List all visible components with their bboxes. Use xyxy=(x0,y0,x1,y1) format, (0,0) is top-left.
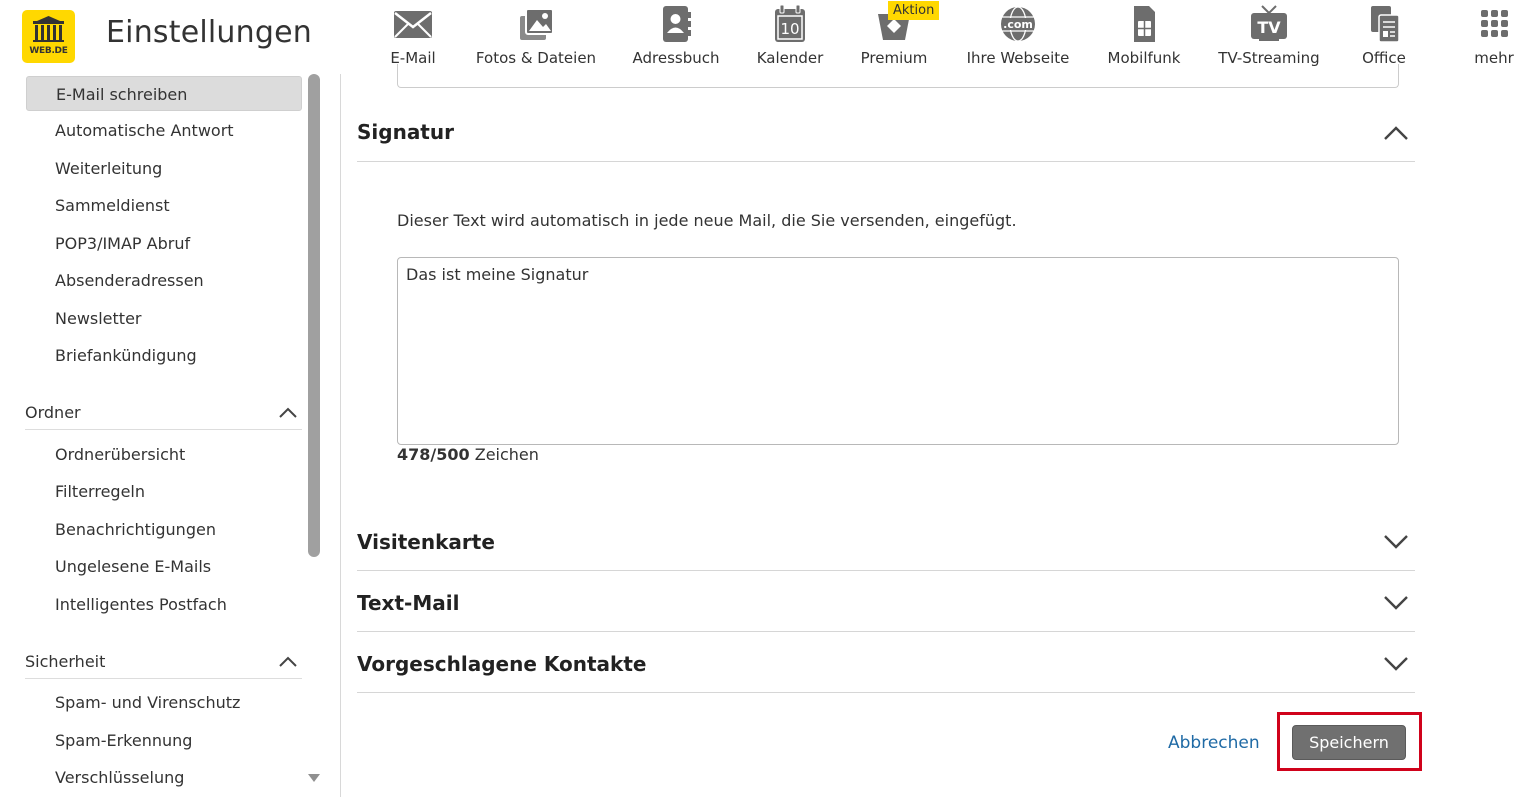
previous-section-box xyxy=(397,64,1399,88)
signatur-description: Dieser Text wird automatisch in jede neu… xyxy=(397,211,1017,230)
nav-more[interactable]: mehr xyxy=(1468,0,1520,74)
sidebar-item-email-schreiben[interactable]: E-Mail schreiben xyxy=(26,76,302,111)
section-signatur-header[interactable]: Signatur xyxy=(357,101,1415,162)
globe-com-text: .com xyxy=(1003,18,1033,31)
sidebar-section-ordner-title: Ordner xyxy=(25,403,81,422)
globe-com-icon: .com xyxy=(1001,6,1035,42)
sidebar-item-notifications[interactable]: Benachrichtigungen xyxy=(26,512,302,547)
sidebar-item-forwarding[interactable]: Weiterleitung xyxy=(26,151,302,186)
sidebar-item-filter-rules[interactable]: Filterregeln xyxy=(26,474,302,509)
nav-tv-streaming[interactable]: TV TV-Streaming xyxy=(1211,0,1327,74)
sidebar-item-letter-announcement[interactable]: Briefankündigung xyxy=(26,338,302,373)
chevron-down-icon xyxy=(1384,657,1408,671)
sidebar-section-sicherheit-title: Sicherheit xyxy=(25,652,106,671)
section-suggested-contacts-header[interactable]: Vorgeschlagene Kontakte xyxy=(357,632,1415,693)
sidebar-item-spam-detection[interactable]: Spam-Erkennung xyxy=(26,723,302,758)
sidebar-item-collector[interactable]: Sammeldienst xyxy=(26,188,302,223)
apps-grid-icon xyxy=(1481,10,1508,37)
tv-icon-text: TV xyxy=(1257,18,1281,37)
sidebar-scrollbar-thumb[interactable] xyxy=(308,74,320,557)
section-signatur-title: Signatur xyxy=(357,120,454,144)
character-count: 478/500 xyxy=(397,445,470,464)
sim-card-icon xyxy=(1134,6,1155,42)
top-header: WEB.DE Einstellungen E-Mail Fotos & Date… xyxy=(0,0,1537,74)
office-icon xyxy=(1371,6,1400,43)
nav-more-label: mehr xyxy=(1474,49,1514,67)
sidebar-divider xyxy=(340,74,341,797)
sidebar-item-unread-emails[interactable]: Ungelesene E-Mails xyxy=(26,549,302,584)
page-title: Einstellungen xyxy=(106,15,312,50)
chevron-up-icon xyxy=(279,407,297,418)
tv-icon: TV xyxy=(1251,5,1287,41)
premium-aktion-badge: Aktion xyxy=(888,1,940,20)
sidebar-item-folder-overview[interactable]: Ordnerübersicht xyxy=(26,437,302,472)
section-text-mail-header[interactable]: Text-Mail xyxy=(357,571,1415,632)
signature-textarea[interactable] xyxy=(397,257,1399,445)
brandenburg-gate-icon xyxy=(33,16,64,42)
character-counter: 478/500 Zeichen xyxy=(397,445,539,464)
cancel-link[interactable]: Abbrechen xyxy=(1168,733,1260,753)
settings-main: Signatur Dieser Text wird automatisch in… xyxy=(357,64,1417,797)
sidebar-section-sicherheit[interactable]: Sicherheit xyxy=(25,649,302,679)
calendar-day-number: 10 xyxy=(780,20,799,38)
chevron-down-icon xyxy=(1384,596,1408,610)
sidebar-item-sender-addresses[interactable]: Absenderadressen xyxy=(26,263,302,298)
section-text-mail-title: Text-Mail xyxy=(357,591,460,615)
character-count-unit: Zeichen xyxy=(474,445,539,464)
nav-calendar[interactable]: 10 Kalender xyxy=(751,0,829,74)
sidebar-item-smart-inbox[interactable]: Intelligentes Postfach xyxy=(26,587,302,622)
scroll-down-arrow-icon[interactable] xyxy=(306,770,322,786)
calendar-icon: 10 xyxy=(775,4,805,42)
sidebar-section-ordner[interactable]: Ordner xyxy=(25,400,302,430)
nav-email[interactable]: E-Mail xyxy=(378,0,448,74)
section-visitenkarte-header[interactable]: Visitenkarte xyxy=(357,510,1415,571)
nav-address-book[interactable]: Adressbuch xyxy=(628,0,724,74)
sidebar-item-spam-virus[interactable]: Spam- und Virenschutz xyxy=(26,685,302,720)
nav-photos-files[interactable]: Fotos & Dateien xyxy=(468,0,604,74)
sidebar-item-newsletter[interactable]: Newsletter xyxy=(26,301,302,336)
section-visitenkarte-title: Visitenkarte xyxy=(357,530,495,554)
address-book-icon xyxy=(663,6,691,42)
settings-sidebar: E-Mail schreiben Automatische Antwort We… xyxy=(10,74,310,797)
envelope-icon xyxy=(394,11,432,38)
chevron-down-icon xyxy=(1384,535,1408,549)
nav-office[interactable]: Office xyxy=(1352,0,1416,74)
nav-mobile[interactable]: Mobilfunk xyxy=(1101,0,1187,74)
sidebar-item-encryption[interactable]: Verschlüsselung xyxy=(26,760,302,795)
section-suggested-contacts-title: Vorgeschlagene Kontakte xyxy=(357,652,647,676)
nav-website[interactable]: .com Ihre Webseite xyxy=(960,0,1076,74)
chevron-up-icon xyxy=(279,656,297,667)
sidebar-item-auto-reply[interactable]: Automatische Antwort xyxy=(26,113,302,148)
save-button[interactable]: Speichern xyxy=(1292,725,1406,760)
photos-icon xyxy=(520,8,554,40)
sidebar-item-pop3-imap[interactable]: POP3/IMAP Abruf xyxy=(26,226,302,261)
webde-logo[interactable]: WEB.DE xyxy=(22,10,75,63)
logo-text: WEB.DE xyxy=(29,46,68,56)
chevron-up-icon xyxy=(1384,126,1408,140)
